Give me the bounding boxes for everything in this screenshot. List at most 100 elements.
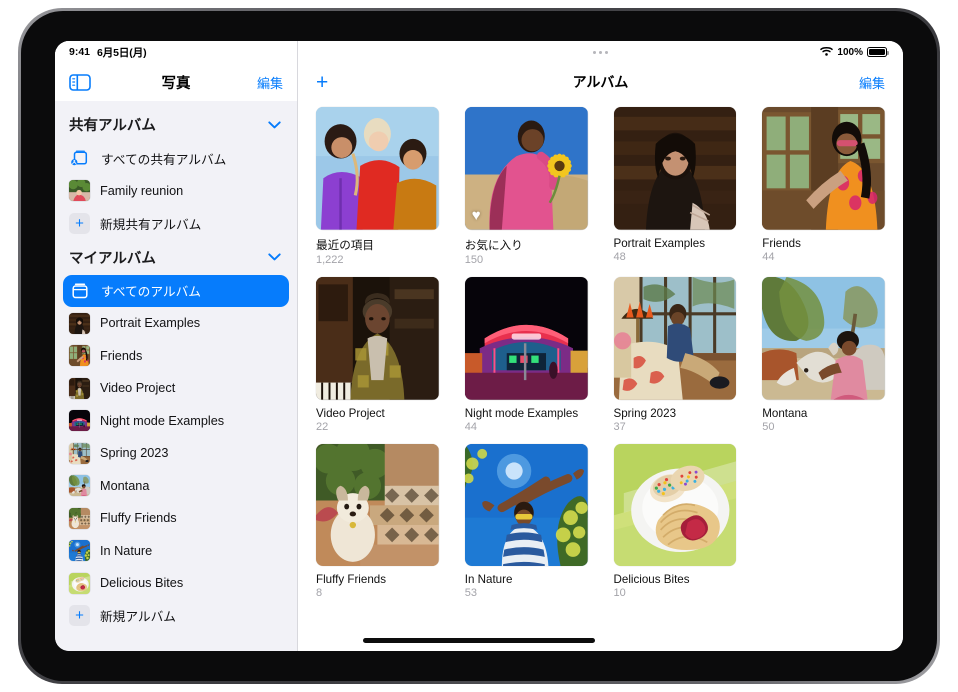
album-photo-count: 37	[613, 420, 626, 433]
album-thumbnail-icon	[69, 378, 90, 399]
album-cover-thumbnail[interactable]	[464, 276, 588, 400]
grid-row-spacer	[316, 266, 885, 277]
album-thumbnail-icon	[69, 573, 90, 594]
album-cover-thumbnail[interactable]	[613, 443, 737, 567]
album-name: Montana	[762, 406, 808, 420]
album-thumbnail-icon	[69, 180, 90, 201]
album-name: Fluffy Friends	[316, 573, 387, 587]
sidebar-item-label: Family reunion	[100, 183, 184, 198]
ipad-device-frame: 9:41 6月5日(月) 写真 編集 共有アルバム すべての共有アルバム Fam…	[18, 8, 940, 684]
sidebar-item-label: In Nature	[100, 543, 153, 558]
sidebar-section-header-my-albums[interactable]: マイアルバム	[63, 240, 289, 275]
album-cell-video-project[interactable]: Video Project 22	[316, 276, 439, 433]
sidebar-section-title: 共有アルバム	[69, 118, 156, 134]
album-cell-[interactable]: 最近の項目 1,222	[316, 107, 439, 266]
sidebar-item-label: Friends	[100, 348, 143, 363]
chevron-down-icon[interactable]	[268, 250, 281, 264]
sidebar-scroll-area[interactable]: 共有アルバムすべての共有アルバム Family reunion + 新規共有アルバムマ…	[55, 101, 297, 651]
album-cell-friends[interactable]: Friends 44	[762, 107, 885, 266]
sidebar-item-in-nature[interactable]: In Nature	[63, 535, 289, 568]
main-content: 100% + アルバム 編集 最近の項目 1,222 ♥ お気に入り 150 Portra…	[298, 41, 903, 651]
sidebar-item-[interactable]: + 新規アルバム	[63, 600, 289, 633]
status-bar-right: 100%	[298, 41, 903, 63]
album-thumbnail-icon	[69, 313, 90, 334]
sidebar-item-video-project[interactable]: Video Project	[63, 372, 289, 405]
album-name: Night mode Examples	[464, 406, 579, 420]
sidebar: 9:41 6月5日(月) 写真 編集 共有アルバム すべての共有アルバム Fam…	[55, 41, 298, 651]
album-name: Friends	[762, 236, 801, 250]
sidebar-edit-button[interactable]: 編集	[257, 73, 283, 92]
add-album-button[interactable]: +	[316, 72, 328, 93]
status-date: 6月5日(月)	[97, 46, 147, 59]
sidebar-item-night-mode-examples[interactable]: Night mode Examples	[63, 405, 289, 438]
album-cell-in-nature[interactable]: In Nature 53	[464, 443, 588, 600]
sidebar-item-friends[interactable]: Friends	[63, 340, 289, 373]
sidebar-item-[interactable]: + 新規共有アルバム	[63, 207, 289, 240]
album-cell-[interactable]: ♥ お気に入り 150	[464, 107, 588, 266]
album-cover-thumbnail[interactable]	[613, 107, 737, 230]
album-photo-count: 53	[464, 587, 477, 600]
home-indicator[interactable]	[363, 638, 595, 643]
album-cover-thumbnail[interactable]	[762, 107, 885, 230]
album-grid: 最近の項目 1,222 ♥ お気に入り 150 Portrait Examples 48 Fr…	[298, 101, 903, 651]
album-name: Spring 2023	[613, 406, 677, 420]
album-name: Delicious Bites	[613, 573, 690, 587]
grid-row-spacer	[316, 433, 885, 444]
sidebar-item-label: Delicious Bites	[100, 576, 184, 591]
album-cell-fluffy-friends[interactable]: Fluffy Friends 8	[316, 443, 439, 599]
battery-full-icon	[867, 47, 889, 57]
album-cover-thumbnail[interactable]	[613, 276, 737, 400]
album-cell-night-mode-examples[interactable]: Night mode Examples 44	[464, 276, 588, 433]
album-cell-spring-2023[interactable]: Spring 2023 37	[613, 276, 737, 433]
status-bar-left: 9:41 6月5日(月)	[55, 41, 297, 63]
page-title: アルバム	[572, 74, 629, 90]
album-cover-thumbnail[interactable]	[464, 443, 588, 567]
status-time: 9:41	[69, 46, 91, 58]
sidebar-item-[interactable]: すべてのアルバム	[63, 274, 289, 307]
album-cell-montana[interactable]: Montana 50	[762, 276, 885, 433]
sidebar-item-fluffy-friends[interactable]: Fluffy Friends	[63, 502, 289, 535]
main-navbar: + アルバム 編集	[298, 63, 903, 101]
chevron-down-icon[interactable]	[268, 118, 281, 132]
sidebar-item-label: Fluffy Friends	[100, 511, 177, 526]
album-name: In Nature	[464, 573, 513, 587]
sidebar-item-family-reunion[interactable]: Family reunion	[63, 175, 289, 208]
sidebar-item-label: Spring 2023	[100, 446, 169, 461]
album-photo-count: 44	[762, 250, 775, 263]
album-cover-thumbnail[interactable]: ♥	[464, 107, 588, 230]
album-photo-count: 48	[613, 250, 626, 263]
sidebar-item-label: すべての共有アルバム	[101, 152, 227, 167]
sidebar-item-label: Portrait Examples	[100, 316, 201, 331]
main-edit-button[interactable]: 編集	[859, 73, 885, 92]
album-name: お気に入り	[464, 238, 523, 252]
album-cell-delicious-bites[interactable]: Delicious Bites 10	[613, 443, 737, 600]
sidebar-item-label: Montana	[100, 478, 150, 493]
sidebar-toggle-icon[interactable]	[69, 73, 91, 91]
album-photo-count: 1,222	[316, 253, 344, 266]
sidebar-section-header-shared-albums[interactable]: 共有アルバム	[63, 107, 289, 142]
sidebar-item-label: Video Project	[100, 381, 176, 396]
album-thumbnail-icon	[69, 345, 90, 366]
sidebar-item-delicious-bites[interactable]: Delicious Bites	[63, 567, 289, 600]
sidebar-item-spring-2023[interactable]: Spring 2023	[63, 437, 289, 470]
sidebar-navbar: 写真 編集	[55, 63, 297, 101]
album-name: Portrait Examples	[613, 236, 706, 250]
sidebar-item-label: 新規アルバム	[100, 610, 176, 625]
album-cover-thumbnail[interactable]	[316, 107, 439, 230]
album-photo-count: 22	[316, 420, 329, 433]
album-cover-thumbnail[interactable]	[316, 443, 439, 567]
album-cover-thumbnail[interactable]	[316, 276, 439, 400]
album-photo-count: 44	[464, 420, 477, 433]
album-thumbnail-icon	[69, 508, 90, 529]
sidebar-item-montana[interactable]: Montana	[63, 470, 289, 503]
sidebar-item-portrait-examples[interactable]: Portrait Examples	[63, 307, 289, 340]
album-cover-thumbnail[interactable]	[762, 276, 885, 400]
multitasking-controls-icon[interactable]	[298, 41, 903, 63]
album-cell-portrait-examples[interactable]: Portrait Examples 48	[613, 107, 737, 266]
plus-icon: +	[69, 605, 90, 627]
sidebar-item-[interactable]: すべての共有アルバム	[63, 142, 289, 175]
plus-icon: +	[69, 212, 90, 234]
album-photo-count: 50	[762, 420, 775, 433]
album-photo-count: 10	[613, 587, 626, 600]
album-thumbnail-icon	[69, 443, 90, 464]
